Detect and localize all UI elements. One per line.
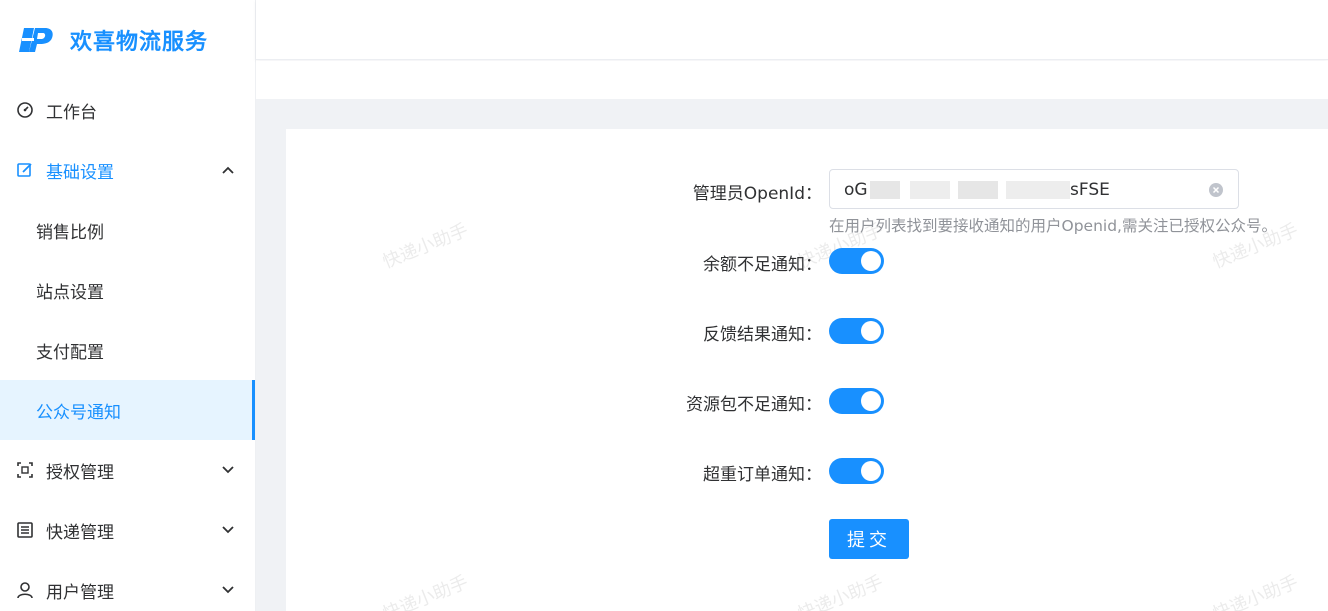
- openid-label: 管理员OpenId：: [692, 184, 822, 204]
- chevron-down-icon: [222, 526, 234, 534]
- sidebar-subitem-official-account-notify[interactable]: 公众号通知: [0, 380, 255, 440]
- chevron-up-icon: [222, 166, 234, 174]
- balance-notify-label: 余额不足通知：: [703, 255, 822, 275]
- brand[interactable]: 欢喜物流服务: [0, 0, 255, 80]
- sidebar-subitem-payment-config[interactable]: 支付配置: [0, 320, 255, 380]
- list-icon: [16, 521, 34, 539]
- edit-icon: [16, 161, 34, 179]
- sidebar-item-label: 快递管理: [46, 522, 114, 543]
- sidebar-item-users[interactable]: 用户管理: [0, 560, 255, 611]
- redaction-mask: [910, 181, 950, 199]
- openid-hint: 在用户列表找到要接收通知的用户Openid,需关注已授权公众号。: [829, 217, 1277, 235]
- sidebar-menu: 工作台 基础设置 销售比例 站点设置 支付配置 公众号通知 授权管理 快递管理: [0, 80, 255, 611]
- openid-value-suffix: sFSE: [1070, 180, 1110, 200]
- user-icon: [16, 581, 34, 599]
- resource-notify-label: 资源包不足通知：: [686, 395, 822, 415]
- sidebar-item-express[interactable]: 快递管理: [0, 500, 255, 560]
- top-header: [256, 0, 1328, 60]
- sidebar-subitem-sales-ratio[interactable]: 销售比例: [0, 200, 255, 260]
- chevron-down-icon: [222, 466, 234, 474]
- feedback-notify-switch[interactable]: [829, 318, 884, 344]
- dashboard-icon: [16, 101, 34, 119]
- openid-value-prefix: oG: [844, 180, 868, 200]
- sidebar-subitem-label: 支付配置: [36, 342, 104, 363]
- redaction-mask: [958, 181, 998, 199]
- chevron-down-icon: [222, 586, 234, 594]
- switch-knob: [861, 251, 881, 271]
- sidebar-item-label: 授权管理: [46, 462, 114, 483]
- submit-button[interactable]: 提交: [829, 519, 909, 559]
- sidebar-item-label: 工作台: [46, 102, 97, 123]
- balance-notify-switch[interactable]: [829, 248, 884, 274]
- sidebar-subitem-label: 销售比例: [36, 222, 104, 243]
- redaction-mask: [1006, 181, 1070, 199]
- sidebar-item-dashboard[interactable]: 工作台: [0, 80, 255, 140]
- sidebar: 欢喜物流服务 工作台 基础设置 销售比例 站点设置 支付配置 公众号通知 授权管…: [0, 0, 256, 611]
- tags-bar: [256, 61, 1328, 99]
- sidebar-subitem-label: 公众号通知: [36, 402, 121, 423]
- overweight-notify-switch[interactable]: [829, 458, 884, 484]
- scan-icon: [16, 461, 34, 479]
- redaction-mask: [870, 181, 900, 199]
- sidebar-item-basic-settings[interactable]: 基础设置: [0, 140, 255, 200]
- switch-knob: [861, 321, 881, 341]
- sidebar-item-label: 基础设置: [46, 162, 114, 183]
- sidebar-subitem-label: 站点设置: [36, 282, 104, 303]
- openid-input[interactable]: oG sFSE: [829, 169, 1239, 209]
- switch-knob: [861, 461, 881, 481]
- clear-icon[interactable]: [1208, 182, 1224, 198]
- feedback-notify-label: 反馈结果通知：: [703, 325, 822, 345]
- overweight-notify-label: 超重订单通知：: [703, 465, 822, 485]
- brand-title: 欢喜物流服务: [70, 30, 209, 55]
- sidebar-item-authorization[interactable]: 授权管理: [0, 440, 255, 500]
- logo-p-icon: [19, 28, 53, 52]
- sidebar-item-label: 用户管理: [46, 582, 114, 603]
- resource-notify-switch[interactable]: [829, 388, 884, 414]
- sidebar-subitem-site-settings[interactable]: 站点设置: [0, 260, 255, 320]
- switch-knob: [861, 391, 881, 411]
